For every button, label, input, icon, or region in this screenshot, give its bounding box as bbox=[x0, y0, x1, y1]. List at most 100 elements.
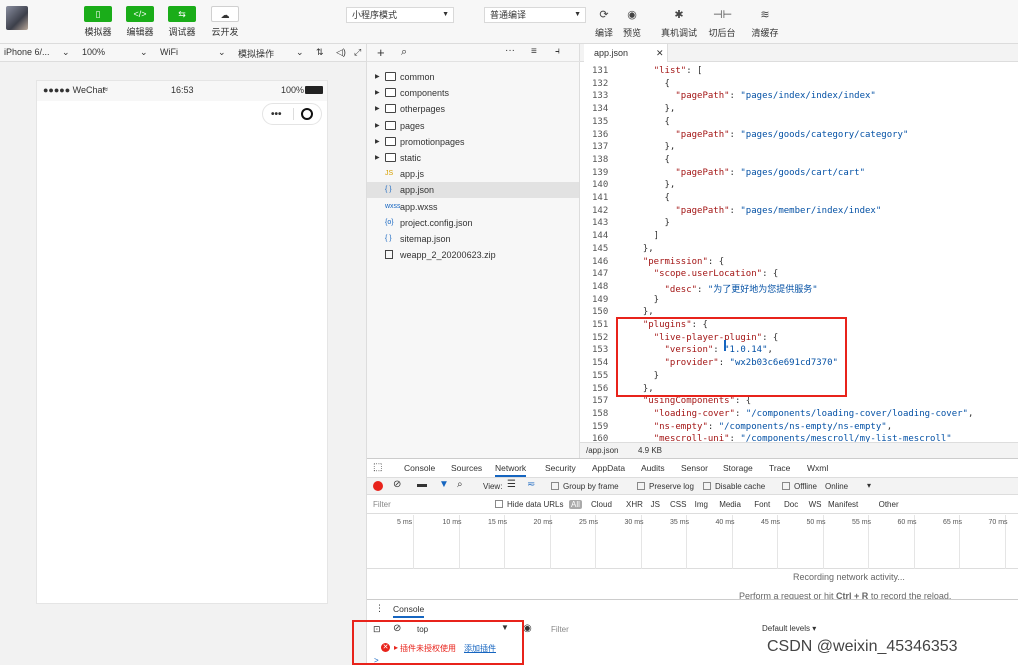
phone-screen[interactable]: ●●●●● WeChat ≈ 16:53 100% ••• bbox=[36, 80, 328, 604]
tab-network[interactable]: Network bbox=[495, 463, 527, 477]
tab-appdata[interactable]: AppData bbox=[592, 463, 625, 473]
tab-security[interactable]: Security bbox=[545, 463, 576, 473]
file-tree-item-static[interactable]: ▶ static bbox=[367, 150, 579, 166]
capsule-menu[interactable]: ••• bbox=[262, 103, 322, 125]
editor-button[interactable]: </> 编辑器 bbox=[119, 6, 161, 38]
file-tree-item-weapp-2-20200623-zip[interactable]: weapp_2_20200623.zip bbox=[367, 247, 579, 263]
code-line[interactable]: "scope.userLocation": { bbox=[632, 269, 779, 279]
hide-data-urls-checkbox[interactable] bbox=[495, 500, 503, 508]
file-tree-item-sitemap-json[interactable]: { } sitemap.json bbox=[367, 231, 579, 247]
type-filter-css[interactable]: CSS bbox=[670, 500, 686, 509]
tab-trace[interactable]: Trace bbox=[769, 463, 790, 473]
throttle-select[interactable]: Online bbox=[825, 482, 848, 491]
tab-app-json[interactable]: app.json ✕ bbox=[584, 44, 668, 62]
code-line[interactable]: } bbox=[632, 295, 659, 305]
add-icon[interactable]: + bbox=[377, 45, 385, 60]
clear-cache-button[interactable]: ≋ 清缓存 bbox=[747, 8, 783, 39]
zoom-select[interactable]: 100% bbox=[82, 47, 105, 57]
code-line[interactable]: "loading-cover": "/components/loading-co… bbox=[632, 409, 974, 419]
cloud-dev-button[interactable]: ☁ 云开发 bbox=[204, 6, 246, 38]
compile-select[interactable]: 普通编译 ▼ bbox=[484, 7, 586, 23]
type-filter-all[interactable]: All bbox=[569, 500, 582, 509]
more-icon[interactable]: ··· bbox=[505, 45, 515, 56]
tab-console[interactable]: Console bbox=[393, 604, 425, 618]
camera-icon[interactable]: ▬ bbox=[417, 479, 427, 490]
code-line[interactable]: "usingComponents": { bbox=[632, 396, 751, 406]
code-line[interactable]: "pagePath": "pages/member/index/index" bbox=[632, 206, 881, 216]
file-tree-item-app-json[interactable]: { } app.json bbox=[367, 182, 579, 199]
code-line[interactable]: { bbox=[632, 155, 670, 165]
type-filter-font[interactable]: Font bbox=[754, 500, 770, 509]
type-filter-cloud[interactable]: Cloud bbox=[591, 500, 612, 509]
code-line[interactable]: "desc": "为了更好地为您提供服务" bbox=[632, 282, 818, 295]
code-line[interactable]: } bbox=[632, 218, 670, 228]
device-select[interactable]: iPhone 6/... bbox=[4, 47, 50, 57]
file-tree-item-pages[interactable]: ▶ pages bbox=[367, 118, 579, 134]
type-filter-ws[interactable]: WS bbox=[809, 500, 822, 509]
code-line[interactable]: "list": [ bbox=[632, 66, 703, 76]
drawer-menu-icon[interactable]: ⋮ bbox=[375, 603, 384, 614]
close-app-icon[interactable] bbox=[301, 108, 313, 120]
filter-icon[interactable]: ▼ bbox=[439, 479, 449, 490]
disable-cache-checkbox[interactable] bbox=[703, 482, 711, 490]
tab-storage[interactable]: Storage bbox=[723, 463, 753, 473]
code-line[interactable]: { bbox=[632, 79, 670, 89]
type-filter-xhr[interactable]: XHR bbox=[626, 500, 643, 509]
mode-select[interactable]: 小程序模式 ▼ bbox=[346, 7, 454, 23]
eye-icon[interactable]: ◉ bbox=[523, 623, 532, 634]
type-filter-js[interactable]: JS bbox=[651, 500, 660, 509]
code-line[interactable]: }, bbox=[632, 104, 676, 114]
fullscreen-icon[interactable]: ⤢ bbox=[354, 47, 361, 58]
file-tree-item-app-wxss[interactable]: wxss app.wxss bbox=[367, 199, 579, 215]
file-tree-item-otherpages[interactable]: ▶ otherpages bbox=[367, 101, 579, 117]
tab-audits[interactable]: Audits bbox=[641, 463, 665, 473]
operation-select[interactable]: 模拟操作 bbox=[238, 47, 274, 60]
network-filter-input[interactable]: Filter bbox=[373, 500, 391, 509]
offline-checkbox[interactable] bbox=[782, 482, 790, 490]
type-filter-other[interactable]: Other bbox=[879, 500, 899, 509]
code-line[interactable]: }, bbox=[632, 142, 676, 152]
group-by-frame-checkbox[interactable] bbox=[551, 482, 559, 490]
file-tree-item-promotionpages[interactable]: ▶ promotionpages bbox=[367, 134, 579, 150]
search-icon[interactable]: ⌕ bbox=[457, 479, 463, 490]
waterfall-icon[interactable]: ≂ bbox=[527, 479, 535, 490]
sort-icon[interactable]: ≡ bbox=[531, 46, 537, 57]
type-filter-manifest[interactable]: Manifest bbox=[828, 500, 858, 509]
type-filter-img[interactable]: Img bbox=[695, 500, 708, 509]
code-line[interactable]: }, bbox=[632, 244, 654, 254]
mute-icon[interactable]: ◁) bbox=[336, 47, 346, 58]
avatar[interactable] bbox=[6, 6, 28, 30]
preview-button[interactable]: ◉ 预览 bbox=[614, 8, 650, 39]
code-line[interactable]: "permission": { bbox=[632, 257, 724, 267]
console-filter-input[interactable]: Filter bbox=[551, 625, 569, 634]
file-tree-item-project-config-json[interactable]: {o} project.config.json bbox=[367, 215, 579, 231]
code-line[interactable]: "pagePath": "pages/goods/cart/cart" bbox=[632, 168, 865, 178]
code-line[interactable]: "pagePath": "pages/index/index/index" bbox=[632, 91, 876, 101]
split-icon[interactable]: ⫞ bbox=[555, 46, 560, 57]
file-tree-item-app-js[interactable]: JS app.js bbox=[367, 166, 579, 182]
simulator-button[interactable]: ▯ 模拟器 bbox=[77, 6, 119, 38]
record-icon[interactable] bbox=[373, 481, 383, 491]
tab-sensor[interactable]: Sensor bbox=[681, 463, 708, 473]
code-line[interactable]: { bbox=[632, 193, 670, 203]
list-view-icon[interactable]: ☰ bbox=[507, 479, 516, 490]
file-tree-item-components[interactable]: ▶ components bbox=[367, 85, 579, 101]
debugger-button[interactable]: ⇆ 调试器 bbox=[161, 6, 203, 38]
clear-icon[interactable]: ⊘ bbox=[393, 479, 401, 490]
log-levels-select[interactable]: Default levels ▾ bbox=[762, 624, 816, 633]
code-line[interactable]: { bbox=[632, 117, 670, 127]
code-line[interactable]: "pagePath": "pages/goods/category/catego… bbox=[632, 130, 908, 140]
code-line[interactable]: "ns-empty": "/components/ns-empty/ns-emp… bbox=[632, 422, 892, 432]
preserve-log-checkbox[interactable] bbox=[637, 482, 645, 490]
tab-console[interactable]: Console bbox=[404, 463, 435, 473]
code-line[interactable]: }, bbox=[632, 180, 676, 190]
search-icon[interactable]: ⌕ bbox=[401, 46, 407, 59]
tab-sources[interactable]: Sources bbox=[451, 463, 482, 473]
code-line[interactable]: }, bbox=[632, 307, 654, 317]
type-filter-doc[interactable]: Doc bbox=[784, 500, 798, 509]
remote-debug-button[interactable]: ✱ 真机调试 bbox=[659, 8, 699, 39]
more-icon[interactable]: ••• bbox=[271, 109, 282, 120]
tab-wxml[interactable]: Wxml bbox=[807, 463, 828, 473]
rotate-icon[interactable]: ⇅ bbox=[316, 47, 324, 58]
code-line[interactable]: ] bbox=[632, 231, 659, 241]
